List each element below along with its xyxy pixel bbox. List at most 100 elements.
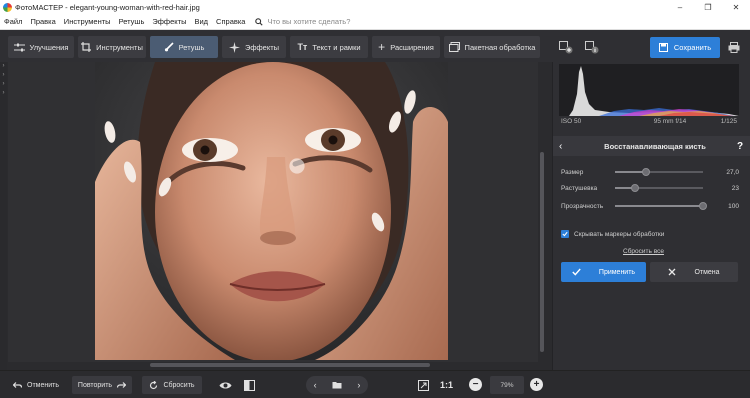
sliders-icon <box>13 43 25 51</box>
print-button[interactable] <box>724 37 744 57</box>
opacity-value: 100 <box>728 202 739 210</box>
tab-extensions-label: Расширения <box>390 42 434 52</box>
exif-iso: ISO 50 <box>561 118 582 125</box>
save-button[interactable]: Сохранить <box>650 37 720 58</box>
redo-button[interactable]: Повторить <box>72 376 132 394</box>
feather-label: Растушевка <box>561 184 598 192</box>
save-label: Сохранить <box>673 43 712 52</box>
search-placeholder: Что вы хотите сделать? <box>267 17 351 26</box>
expand-arrow-icon: › <box>2 90 5 96</box>
menu-view[interactable]: Вид <box>190 17 212 26</box>
tab-effects[interactable]: Эффекты <box>222 36 286 58</box>
scroll-thumb[interactable] <box>540 152 544 352</box>
apply-button[interactable]: Применить <box>561 262 646 282</box>
menu-file[interactable]: Файл <box>0 17 26 26</box>
main-toolbar: Улучшения Инструменты Ретушь Эффекты Tт … <box>0 30 750 62</box>
tool-panel-header: ‹ Восстанавливающая кисть ? <box>553 136 750 156</box>
search-icon <box>255 17 264 26</box>
feather-knob[interactable] <box>631 184 640 192</box>
zoom-level[interactable]: 79% <box>490 376 524 394</box>
help-icon[interactable]: ? <box>737 141 750 152</box>
redo-icon <box>117 381 127 388</box>
feather-track[interactable] <box>615 184 703 192</box>
actual-size-button[interactable]: 1:1 <box>440 376 453 394</box>
tool-panel-title: Восстанавливающая кисть <box>604 141 706 151</box>
reset-label: Сбросить <box>163 381 195 389</box>
tab-enhancements[interactable]: Улучшения <box>8 36 74 58</box>
fit-screen-icon <box>417 379 429 391</box>
menu-search[interactable]: Что вы хотите сделать? <box>255 17 350 26</box>
right-panel: ISO 50 95 mm f/14 1/125 ‹ Восстанавливаю… <box>552 62 750 370</box>
undo-button[interactable]: Отменить <box>6 376 66 394</box>
tab-extensions[interactable]: + Расширения <box>372 36 440 58</box>
prev-image-icon[interactable]: ‹ <box>314 380 317 390</box>
bottom-bar: Отменить Повторить Сбросить ‹ › 1:1 − 79… <box>0 370 750 398</box>
menu-edit[interactable]: Правка <box>26 17 59 26</box>
menu-effects[interactable]: Эффекты <box>148 17 190 26</box>
size-slider[interactable]: Размер 27,0 <box>561 167 741 177</box>
undo-label: Отменить <box>27 381 59 389</box>
check-icon <box>572 268 581 276</box>
canvas-vertical-scrollbar[interactable] <box>538 62 546 362</box>
eye-icon <box>219 382 231 388</box>
tab-batch-label: Пакетная обработка <box>464 42 536 52</box>
window-title: ФотоМАСТЕР - elegant-young-woman-with-re… <box>15 2 200 12</box>
layers-add-icon <box>559 40 573 53</box>
info-button[interactable] <box>582 37 602 57</box>
menu-retouch[interactable]: Ретушь <box>115 17 149 26</box>
tab-text-frames-label: Текст и рамки <box>312 42 361 52</box>
cancel-button[interactable]: Отмена <box>650 262 738 282</box>
maximize-button[interactable]: ❐ <box>694 3 722 12</box>
menu-help[interactable]: Справка <box>212 17 249 26</box>
opacity-slider[interactable]: Прозрачность 100 <box>561 201 741 211</box>
expand-arrow-icon: › <box>2 72 5 78</box>
menu-tools[interactable]: Инструменты <box>60 17 115 26</box>
zoom-out-button[interactable]: − <box>469 378 482 391</box>
tab-tools[interactable]: Инструменты <box>78 36 146 58</box>
zoom-in-button[interactable]: + <box>530 378 543 391</box>
compare-left-button[interactable] <box>556 37 576 57</box>
size-track[interactable] <box>615 168 703 176</box>
tab-tools-label: Инструменты <box>96 42 143 52</box>
size-knob[interactable] <box>641 168 650 176</box>
left-collapse-strip[interactable]: › › › › <box>0 62 7 370</box>
scroll-thumb[interactable] <box>150 363 430 367</box>
fit-to-screen-button[interactable] <box>414 376 432 394</box>
reset-all-link[interactable]: Сбросить все <box>623 248 664 255</box>
tab-effects-label: Эффекты <box>244 42 280 52</box>
minimize-button[interactable]: – <box>666 3 694 12</box>
exif-info: ISO 50 95 mm f/14 1/125 <box>559 118 739 128</box>
opacity-knob[interactable] <box>699 202 707 210</box>
compare-button[interactable] <box>240 376 258 394</box>
hide-markers-label: Скрывать маркеры обработки <box>574 230 665 238</box>
tab-text-frames[interactable]: Tт Текст и рамки <box>290 36 368 58</box>
batch-icon <box>448 42 460 52</box>
opacity-track[interactable] <box>615 202 707 210</box>
title-bar: ФотоМАСТЕР - elegant-young-woman-with-re… <box>0 0 750 14</box>
checkmark-icon <box>562 231 568 237</box>
hide-markers-checkbox[interactable] <box>561 230 569 238</box>
before-after-icon <box>243 379 255 391</box>
image-canvas[interactable] <box>8 62 538 362</box>
close-button[interactable]: ✕ <box>722 3 750 12</box>
tab-enhancements-label: Улучшения <box>29 42 69 52</box>
apply-label: Применить <box>598 268 636 276</box>
exif-shutter: 1/125 <box>720 118 737 125</box>
close-icon <box>668 268 676 276</box>
tab-batch[interactable]: Пакетная обработка <box>444 36 540 58</box>
opacity-label: Прозрачность <box>561 202 604 210</box>
feather-slider[interactable]: Растушевка 23 <box>561 183 741 193</box>
size-value: 27,0 <box>726 168 739 176</box>
hide-markers-checkbox-row[interactable]: Скрывать маркеры обработки <box>561 230 664 238</box>
tab-retouch[interactable]: Ретушь <box>150 36 218 58</box>
app-logo-icon <box>3 2 12 12</box>
reset-button[interactable]: Сбросить <box>142 376 202 394</box>
preview-eye-button[interactable] <box>216 376 234 394</box>
next-image-icon[interactable]: › <box>357 380 360 390</box>
back-arrow-icon[interactable]: ‹ <box>559 141 573 152</box>
canvas-horizontal-scrollbar[interactable] <box>90 362 540 368</box>
crop-icon <box>81 42 92 52</box>
folder-icon[interactable] <box>332 381 342 389</box>
cancel-label: Отмена <box>694 268 720 276</box>
histogram <box>559 64 739 116</box>
